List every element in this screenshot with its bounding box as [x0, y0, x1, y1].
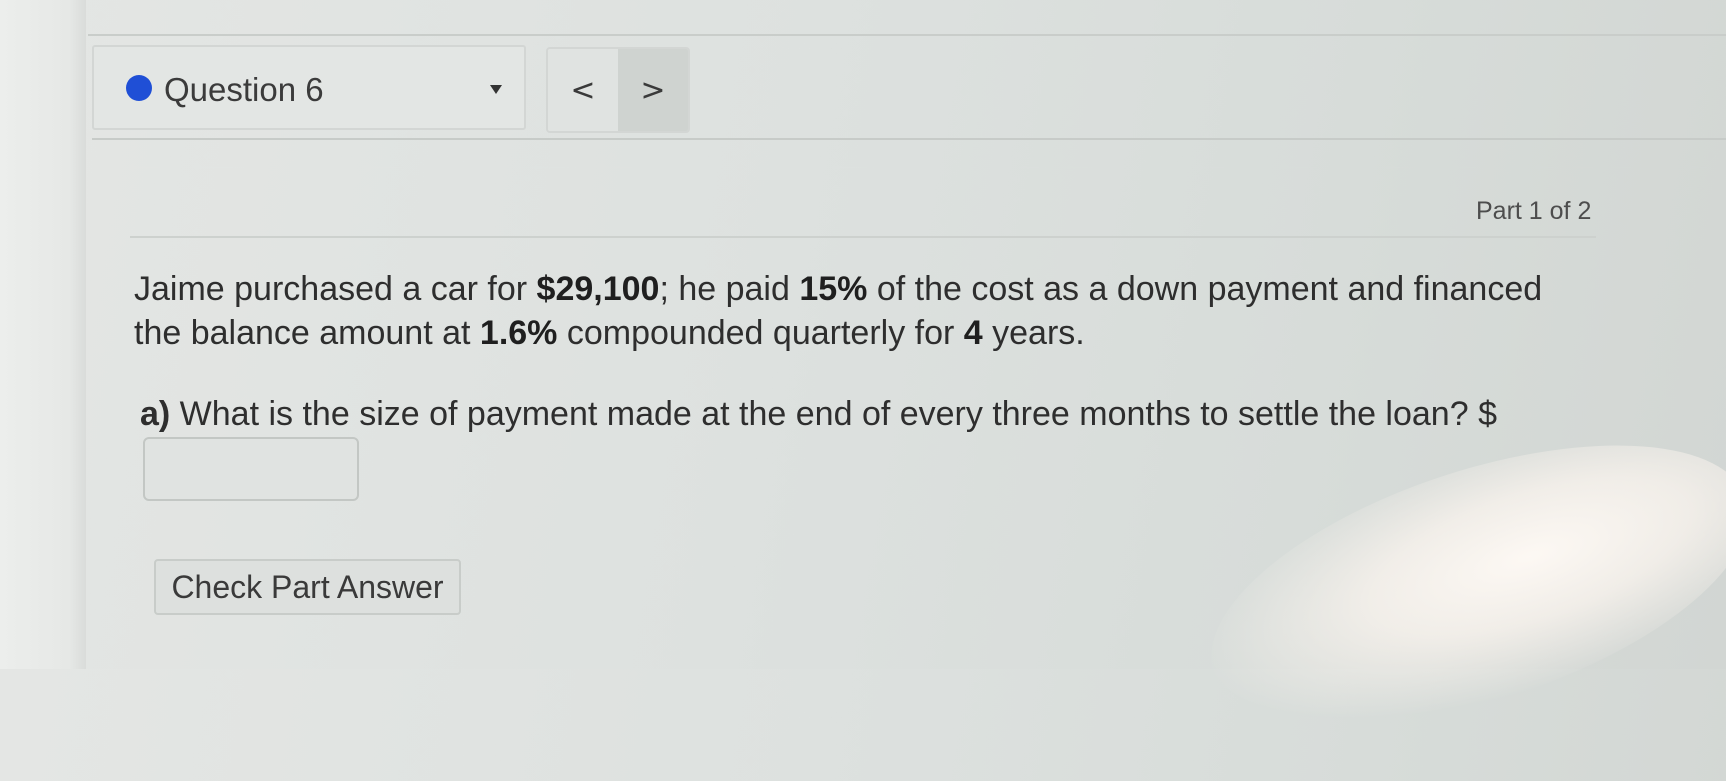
problem-statement: Jaime purchased a car for $29,100; he pa…	[134, 267, 1594, 355]
caret-down-icon	[490, 85, 502, 94]
next-question-button[interactable]: >	[618, 49, 688, 131]
car-price: $29,100	[536, 270, 660, 308]
question-selector-label: Question 6	[164, 71, 324, 108]
loan-years: 4	[963, 314, 983, 352]
question-a-text: What is the size of payment made at the …	[170, 395, 1497, 433]
answer-input[interactable]	[143, 437, 359, 501]
chevron-left-icon: <	[570, 72, 596, 108]
question-nav-group: < >	[546, 47, 690, 133]
question-selector[interactable]: Question 6	[92, 45, 526, 130]
chevron-right-icon: >	[640, 72, 666, 108]
problem-text: years.	[982, 314, 1085, 352]
question-a-label: a)	[140, 395, 171, 433]
page-left-margin	[0, 0, 86, 669]
status-dot-icon	[126, 75, 152, 101]
part-indicator: Part 1 of 2	[1476, 197, 1592, 225]
interest-rate: 1.6%	[479, 314, 558, 352]
question-a: a) What is the size of payment made at t…	[140, 395, 1497, 434]
toolbar-divider	[92, 138, 1726, 140]
top-divider	[88, 34, 1726, 36]
check-part-answer-button[interactable]: Check Part Answer	[154, 559, 461, 615]
problem-text: compounded quarterly for	[557, 314, 964, 352]
screen-glare	[1178, 389, 1726, 781]
problem-text: Jaime purchased a car for	[134, 270, 537, 308]
problem-text: ; he paid	[659, 270, 800, 308]
previous-question-button[interactable]: <	[548, 49, 618, 131]
part-divider	[130, 236, 1596, 238]
down-payment-percent: 15%	[799, 270, 868, 308]
